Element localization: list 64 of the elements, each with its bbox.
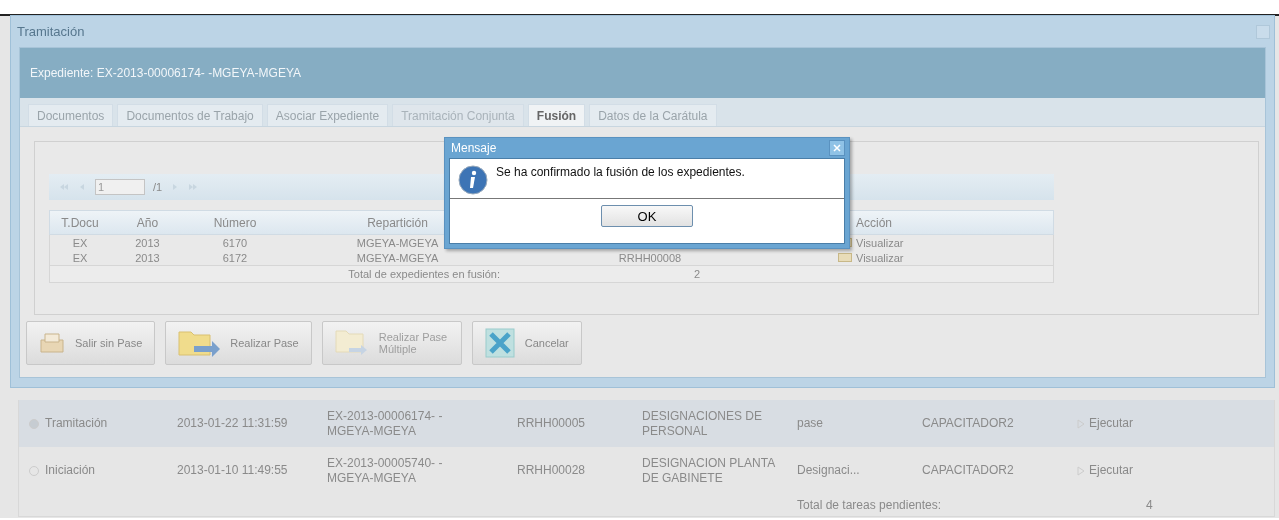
total-count: 2 — [692, 268, 700, 280]
table-cell-text: 2013-01-10 11:49:55 — [177, 463, 289, 478]
close-button[interactable] — [829, 140, 845, 156]
table-cell-text: 2013 — [134, 251, 161, 264]
execute-link[interactable]: Ejecutar — [1089, 416, 1134, 431]
folder-arrow-icon — [178, 329, 221, 357]
folder-arrow-icon — [334, 328, 369, 358]
view-icon — [838, 253, 852, 262]
execute-link[interactable]: Ejecutar — [1089, 463, 1134, 478]
table-cell-text: RRHH00005 — [517, 416, 587, 431]
first-page-icon — [59, 182, 69, 192]
column-header: Acción — [855, 215, 894, 230]
last-page-icon — [188, 182, 199, 192]
table-cell-text: 6172 — [221, 251, 249, 264]
window-title: Tramitación — [17, 24, 85, 39]
table-cell-text: 2013-01-22 11:31:59 — [177, 416, 289, 431]
header-bar: Expediente: EX-2013-00006174- -MGEYA-MGEYA — [20, 48, 1265, 98]
table-cell-text: 2013 — [134, 236, 161, 249]
table-cell-text: CAPACITADOR2 — [922, 463, 1015, 478]
table-cell-text: CAPACITADOR2 — [922, 416, 1015, 431]
tab[interactable]: Documentos — [28, 104, 114, 126]
toolbar-button[interactable]: Realizar Pase — [165, 321, 312, 365]
table-cell-text: EX-2013-00006174- -MGEYA-MGEYA — [327, 408, 444, 439]
column-header: Año — [135, 215, 160, 230]
task-row[interactable]: Tramitación 2013-01-22 11:31:59 EX-2013-00006174- -MGEYA-MGEYA RRHH00005 DESIGNACIONES DE PERSONAL pase CAPACITADOR2 Ejecutar — [19, 400, 1274, 447]
table-cell-text: Designaci... — [797, 463, 861, 478]
task-row[interactable]: Iniciación 2013-01-10 11:49:55 EX-2013-00005740- -MGEYA-MGEYA RRHH00028 DESIGNACION PLANTA DE GABINETE Designaci... CAPACITADOR2 Ejecutar — [19, 447, 1274, 494]
column-header: T.Docu — [60, 215, 100, 230]
total-label: Total de expedientes en fusión: — [347, 268, 500, 280]
table-cell-text: EX-2013-00005740- -MGEYA-MGEYA — [327, 455, 444, 486]
page-total: /1 — [153, 181, 163, 193]
dialog-title: Mensaje — [451, 141, 497, 155]
total-label: Total de tareas pendientes: — [797, 498, 942, 512]
info-icon — [458, 165, 488, 195]
table-cell-text: EX — [71, 251, 89, 264]
inbox-icon — [39, 332, 65, 354]
view-link[interactable]: Visualizar — [856, 236, 904, 249]
dialog-message: Se ha confirmado la fusión de los expedientes. — [496, 165, 745, 181]
tab[interactable]: Fusión — [527, 104, 586, 126]
ok-button[interactable]: OK — [601, 205, 693, 227]
table-cell-text: RRHH00008 — [617, 251, 683, 264]
page-field[interactable]: 1 — [95, 179, 145, 195]
tab[interactable]: Documentos de Trabajo — [117, 104, 263, 126]
column-header: Número — [212, 215, 258, 230]
toolbar-button[interactable]: Cancelar — [471, 321, 582, 365]
view-link[interactable]: Visualizar — [856, 251, 904, 264]
table-cell: Iniciación — [45, 463, 96, 477]
table-cell-text: DESIGNACIONES DE PERSONAL — [642, 408, 764, 439]
table-cell-text: 6170 — [221, 236, 249, 249]
table-cell-text: DESIGNACION PLANTA DE GABINETE — [642, 455, 776, 486]
cross-icon — [484, 328, 515, 358]
tab[interactable]: Asociar Expediente — [266, 104, 389, 126]
table-cell-text: MGEYA-MGEYA — [355, 251, 440, 264]
toolbar-button[interactable]: Salir sin Pase — [26, 321, 156, 365]
table-cell: Tramitación — [45, 416, 108, 430]
tab[interactable]: Datos de la Carátula — [589, 104, 717, 126]
close-icon — [833, 144, 841, 152]
column-header: Repartición — [366, 215, 429, 230]
play-icon — [1077, 465, 1085, 476]
table-cell-text: RRHH00028 — [517, 463, 587, 478]
table-cell-text: pase — [797, 416, 825, 431]
total-count: 4 — [1146, 498, 1153, 512]
table-cell-text: EX — [71, 236, 89, 249]
table-cell-text: MGEYA-MGEYA — [355, 236, 440, 249]
